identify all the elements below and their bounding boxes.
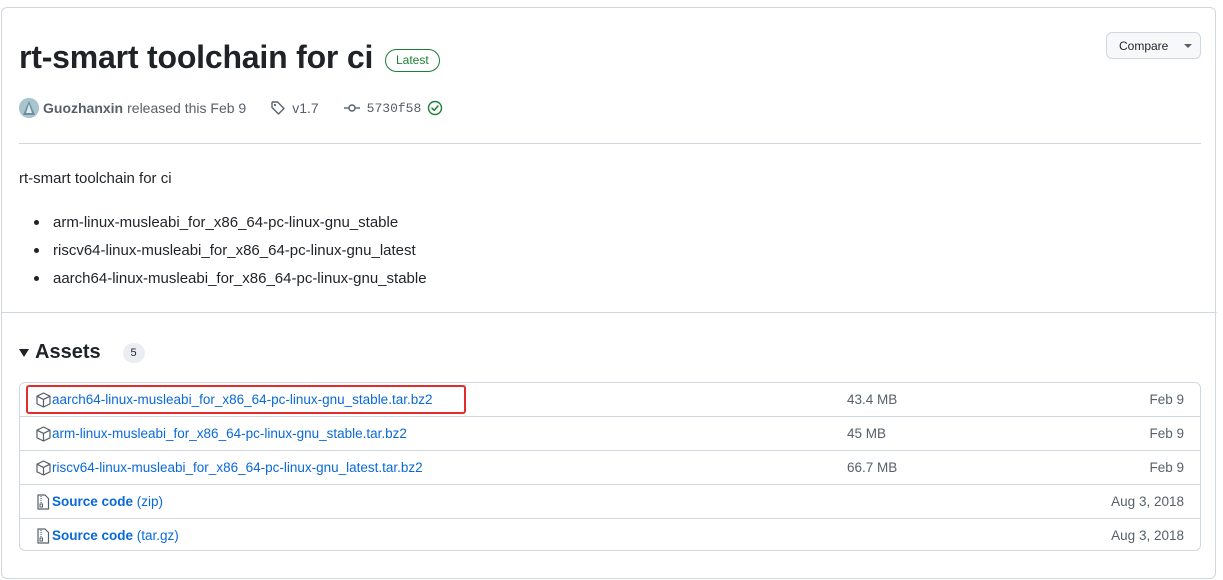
author-link[interactable]: Guozhanxin [43,100,123,116]
asset-date: Feb 9 [1149,392,1184,407]
commit-icon [343,100,361,116]
latest-badge: Latest [385,49,440,72]
list-item: riscv64-linux-musleabi_for_x86_64-pc-lin… [32,236,427,264]
file-zip-icon [36,528,50,544]
avatar[interactable] [19,98,39,118]
asset-row: riscv64-linux-musleabi_for_x86_64-pc-lin… [20,451,1200,484]
package-icon [36,426,51,442]
asset-download-link[interactable]: riscv64-linux-musleabi_for_x86_64-pc-lin… [52,460,423,475]
asset-date: Feb 9 [1149,426,1184,441]
released-date: released this Feb 9 [127,100,247,116]
asset-date: Feb 9 [1149,460,1184,475]
compare-label: Compare [1119,38,1169,53]
asset-date: Aug 3, 2018 [1111,528,1184,543]
release-title[interactable]: rt-smart toolchain for ci [19,35,373,79]
tag-link[interactable]: v1.7 [292,100,318,116]
asset-size: 43.4 MB [847,392,898,407]
asset-download-link[interactable]: Source code (tar.gz) [52,528,179,543]
assets-count-badge: 5 [122,342,145,363]
assets-title: Assets [35,341,101,363]
asset-row: Source code (zip) Aug 3, 2018 [20,485,1200,518]
release-notes-list: arm-linux-musleabi_for_x86_64-pc-linux-g… [32,208,427,292]
asset-row: arm-linux-musleabi_for_x86_64-pc-linux-g… [20,417,1200,450]
package-icon [36,392,51,408]
divider [19,143,1201,144]
section-divider [2,312,1217,313]
list-item: aarch64-linux-musleabi_for_x86_64-pc-lin… [32,264,427,292]
chevron-down-icon [1184,43,1193,48]
file-zip-icon [36,494,50,510]
verified-check-icon[interactable] [427,100,443,116]
asset-size: 66.7 MB [847,460,898,475]
asset-download-link[interactable]: aarch64-linux-musleabi_for_x86_64-pc-lin… [52,392,432,407]
assets-list: aarch64-linux-musleabi_for_x86_64-pc-lin… [19,382,1201,551]
release-card: rt-smart toolchain for ci Latest Compare… [1,7,1217,579]
asset-date: Aug 3, 2018 [1111,494,1184,509]
release-notes-intro: rt-smart toolchain for ci [19,170,172,187]
list-item-text: aarch64-linux-musleabi_for_x86_64-pc-lin… [53,269,427,287]
tag-icon [270,100,286,116]
list-item-text: arm-linux-musleabi_for_x86_64-pc-linux-g… [53,213,399,231]
assets-toggle[interactable]: Assets 5 [19,341,145,364]
asset-row: aarch64-linux-musleabi_for_x86_64-pc-lin… [20,383,1200,416]
list-item-text: riscv64-linux-musleabi_for_x86_64-pc-lin… [53,241,416,259]
asset-size: 45 MB [847,426,887,441]
asset-download-link[interactable]: arm-linux-musleabi_for_x86_64-pc-linux-g… [52,426,407,441]
triangle-down-icon [19,348,29,357]
list-item: arm-linux-musleabi_for_x86_64-pc-linux-g… [32,208,427,236]
commit-link[interactable]: 5730f58 [367,101,422,116]
compare-button[interactable]: Compare [1106,32,1201,59]
asset-row: Source code (tar.gz) Aug 3, 2018 [20,519,1200,552]
release-meta: Guozhanxin released this Feb 9 v1.7 5730… [19,97,443,119]
asset-download-link[interactable]: Source code (zip) [52,494,163,509]
package-icon [36,460,51,476]
